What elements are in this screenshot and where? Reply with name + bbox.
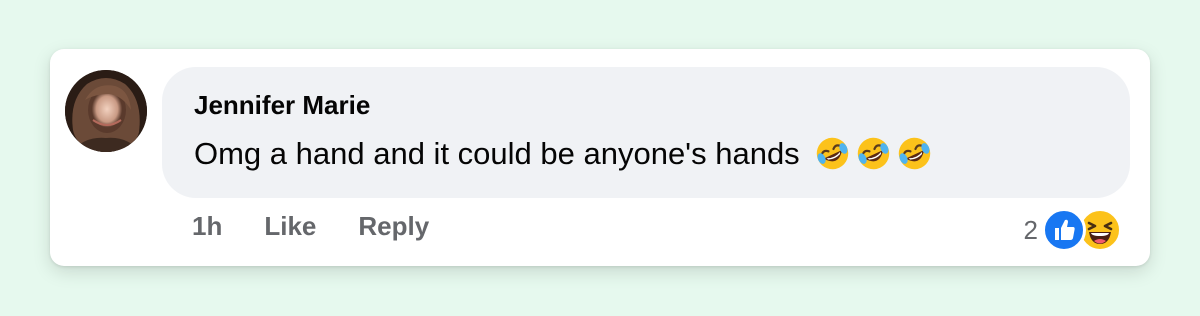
comment-bubble: Jennifer Marie Omg a hand and it could b…	[162, 67, 1130, 198]
comment-text: Omg a hand and it could be anyone's hand…	[194, 135, 800, 171]
avatar-photo	[65, 70, 147, 152]
rolling-laughing-emoji-icon	[898, 137, 930, 170]
rolling-laughing-emoji-icon	[857, 137, 889, 170]
emoji-group	[814, 135, 933, 172]
reaction-count: 2	[1023, 214, 1038, 245]
comment-author-name[interactable]: Jennifer Marie	[194, 90, 370, 121]
comment-actions: 1h Like Reply	[192, 211, 429, 242]
comment-text-line: Omg a hand and it could be anyone's hand…	[194, 135, 933, 172]
comment-timestamp[interactable]: 1h	[192, 211, 222, 242]
reply-button[interactable]: Reply	[358, 211, 429, 242]
like-button[interactable]: Like	[264, 211, 316, 242]
like-reaction-icon	[1042, 208, 1086, 252]
rolling-laughing-emoji-icon	[816, 137, 848, 170]
comment-card: Jennifer Marie Omg a hand and it could b…	[50, 49, 1150, 266]
author-avatar[interactable]	[65, 70, 147, 152]
reaction-summary[interactable]: 2	[1024, 208, 1122, 252]
